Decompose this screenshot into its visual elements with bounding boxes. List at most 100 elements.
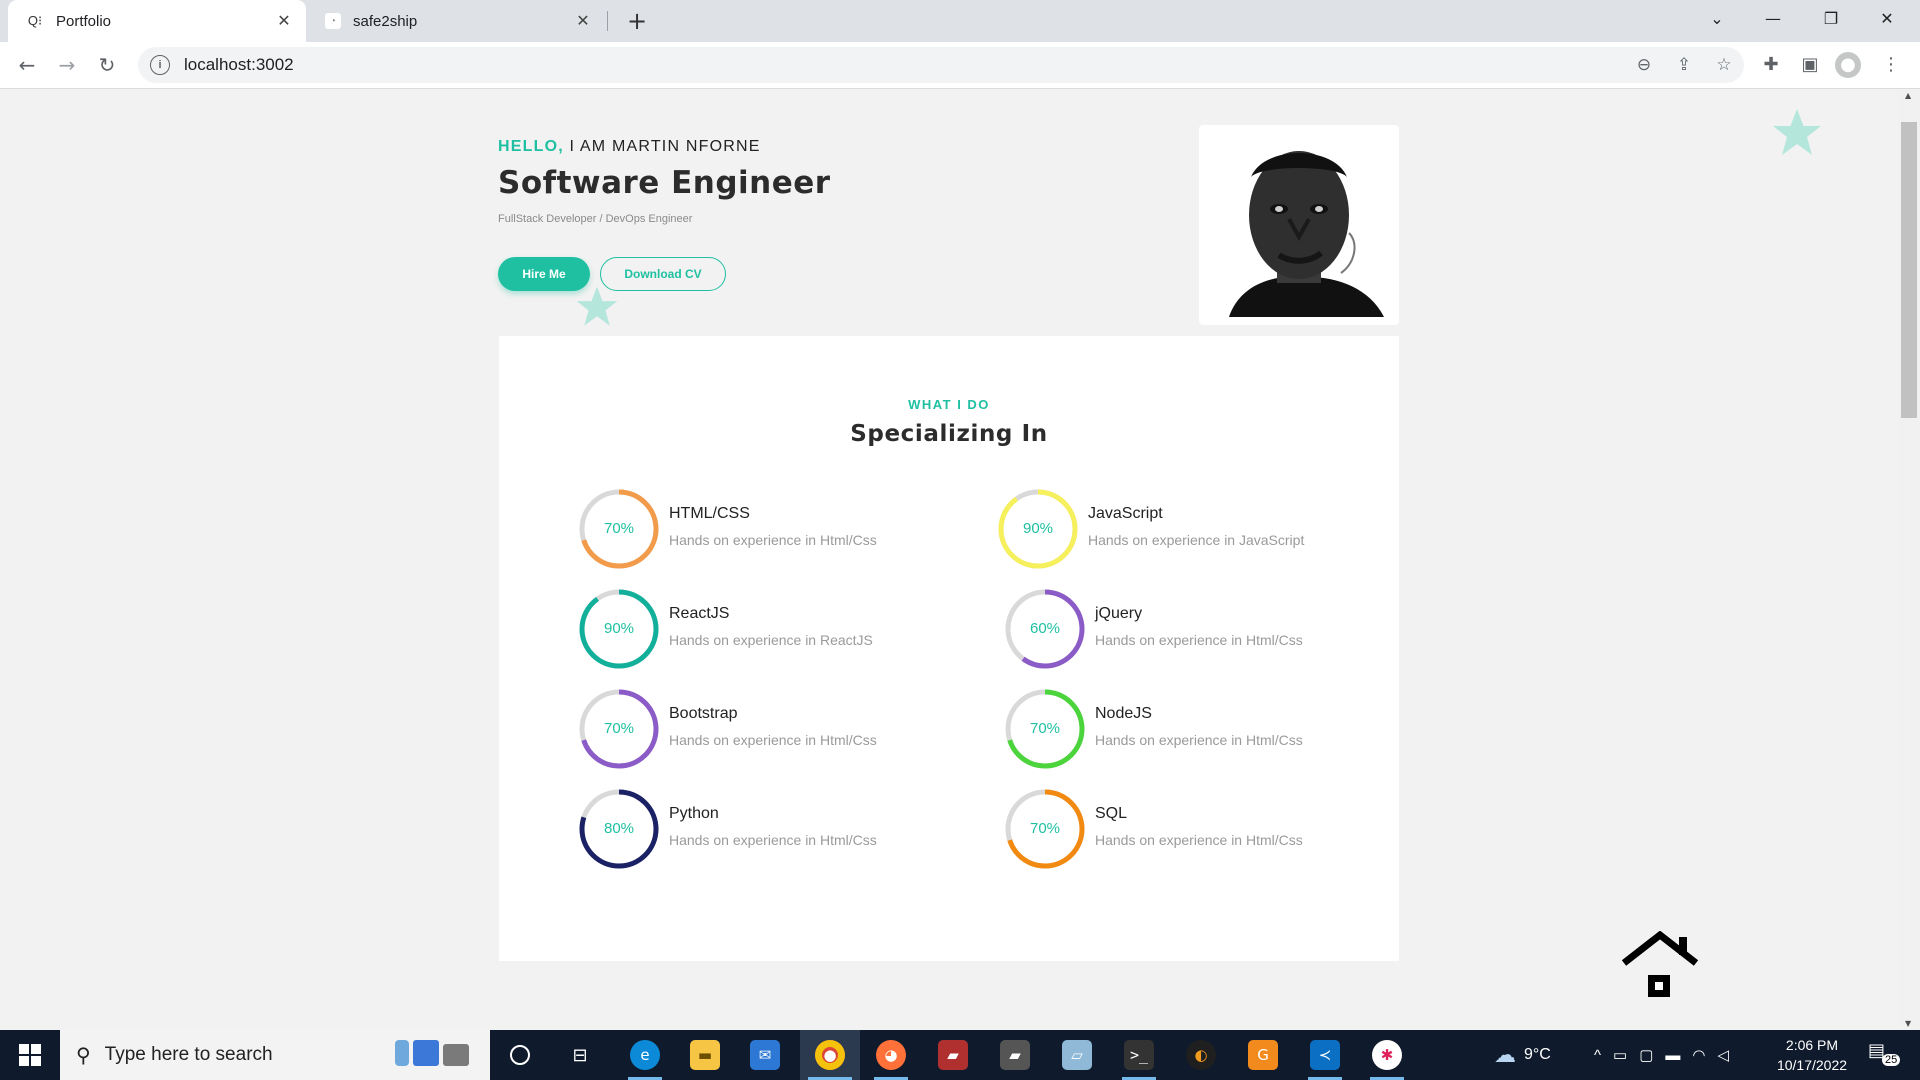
skill-description: Hands on experience in Html/Css xyxy=(669,832,877,848)
taskbar-search-box[interactable]: ⚲ Type here to search xyxy=(60,1030,490,1080)
zoom-out-icon[interactable]: ⊖ xyxy=(1624,55,1664,75)
skill-html-css: 70% HTML/CSS Hands on experience in Html… xyxy=(579,489,959,573)
tab-safe2ship[interactable]: ◔ safe2ship ✕ xyxy=(313,0,605,42)
skill-description: Hands on experience in Html/Css xyxy=(669,532,877,548)
search-placeholder: Type here to search xyxy=(104,1044,273,1065)
skill-progress-ring: 90% xyxy=(998,489,1078,569)
scroll-thumb[interactable] xyxy=(1901,122,1917,418)
file-explorer-icon[interactable]: ▬ xyxy=(680,1030,730,1080)
edge-icon[interactable]: e xyxy=(620,1030,670,1080)
home-icon[interactable] xyxy=(1620,931,1700,1001)
vscode-icon[interactable]: ≺ xyxy=(1300,1030,1350,1080)
minimize-button[interactable]: — xyxy=(1750,0,1796,38)
skill-name: NodeJS xyxy=(1095,705,1152,722)
firefox-icon[interactable]: ◕ xyxy=(866,1030,916,1080)
skill-percent: 70% xyxy=(603,720,635,737)
task-view-icon[interactable]: ⊟ xyxy=(560,1030,600,1080)
star-icon[interactable]: ☆ xyxy=(1704,55,1744,75)
skill-description: Hands on experience in Html/Css xyxy=(669,732,877,748)
pdf-app-icon[interactable]: G xyxy=(1238,1030,1288,1080)
tab-portfolio[interactable]: Q⁝ Portfolio ✕ xyxy=(8,0,306,42)
close-tab-icon[interactable]: ✕ xyxy=(575,11,591,31)
search-icon: ⚲ xyxy=(76,1043,91,1067)
skill-name: JavaScript xyxy=(1088,505,1163,522)
battery-icon[interactable]: ▬ xyxy=(1665,1047,1680,1064)
scroll-down-arrow-icon[interactable]: ▼ xyxy=(1905,1019,1911,1028)
kebab-menu-icon[interactable]: ⋮ xyxy=(1876,50,1906,80)
notes-app-icon[interactable]: ▱ xyxy=(1052,1030,1102,1080)
close-tab-icon[interactable]: ✕ xyxy=(276,11,292,31)
section-eyebrow: WHAT I DO xyxy=(908,397,990,412)
decorative-star-icon xyxy=(576,286,618,326)
truck-app-icon[interactable]: ▰ xyxy=(928,1030,978,1080)
puzzle-icon[interactable]: ✚ xyxy=(1756,50,1786,80)
mail-icon[interactable]: ✉ xyxy=(740,1030,790,1080)
skill-name: HTML/CSS xyxy=(669,505,750,522)
skill-name: ReactJS xyxy=(669,605,730,622)
browser-toolbar: ← → ↻ i localhost:3002 ⊖ ⇪ ☆ ✚ ▣ ● ⋮ xyxy=(0,42,1920,89)
page-viewport: HELLO, I AM MARTIN NFORNE Software Engin… xyxy=(0,89,1898,1030)
wifi-icon[interactable]: ◠ xyxy=(1692,1046,1705,1064)
skill-description: Hands on experience in ReactJS xyxy=(669,632,873,648)
intro-text: I AM MARTIN NFORNE xyxy=(563,138,761,155)
notifications-icon[interactable]: ▤ 25 xyxy=(1868,1040,1901,1070)
chevron-up-icon[interactable]: ^ xyxy=(1594,1047,1601,1064)
reload-icon[interactable]: ↻ xyxy=(92,50,122,80)
skill-description: Hands on experience in Html/Css xyxy=(1095,832,1303,848)
tab-search-icon[interactable]: ⌄ xyxy=(1694,0,1740,38)
skill-percent: 70% xyxy=(1029,720,1061,737)
volume-icon[interactable]: ◁ xyxy=(1718,1046,1730,1064)
page-scrollbar[interactable]: ▲ ▼ xyxy=(1898,89,1920,1030)
cloud-icon: ☁ xyxy=(1494,1042,1516,1067)
skill-progress-ring: 70% xyxy=(1005,689,1085,769)
notification-count: 25 xyxy=(1882,1054,1901,1066)
restore-button[interactable]: ❐ xyxy=(1808,0,1854,38)
share-icon[interactable]: ⇪ xyxy=(1664,55,1704,75)
skill-percent: 90% xyxy=(603,620,635,637)
cortana-icon[interactable] xyxy=(500,1030,540,1080)
weather-widget[interactable]: ☁ 9°C xyxy=(1494,1030,1551,1080)
windows-start-icon[interactable] xyxy=(0,1030,60,1080)
tab-title: safe2ship xyxy=(353,12,418,30)
skill-progress-ring: 70% xyxy=(1005,789,1085,869)
clock-date: 10/17/2022 xyxy=(1776,1057,1848,1073)
url-text[interactable]: localhost:3002 xyxy=(184,55,294,75)
scroll-up-arrow-icon[interactable]: ▲ xyxy=(1905,91,1911,100)
skill-python: 80% Python Hands on experience in Html/C… xyxy=(579,789,959,873)
skill-progress-ring: 90% xyxy=(579,589,659,669)
site-info-icon[interactable]: i xyxy=(150,55,170,75)
close-window-button[interactable]: ✕ xyxy=(1864,0,1910,38)
page-title: Software Engineer xyxy=(498,165,831,201)
skill-name: SQL xyxy=(1095,805,1128,822)
arrow-right-icon[interactable]: → xyxy=(52,50,82,80)
skill-bootstrap: 70% Bootstrap Hands on experience in Htm… xyxy=(579,689,959,773)
skill-percent: 60% xyxy=(1029,620,1061,637)
media-app-icon[interactable]: ◐ xyxy=(1176,1030,1226,1080)
hello-text: HELLO, xyxy=(498,138,564,155)
tab-title: Portfolio xyxy=(56,12,112,30)
skill-percent: 70% xyxy=(603,520,635,537)
profile-photo xyxy=(1209,137,1389,317)
new-tab-button[interactable]: + xyxy=(624,8,650,34)
arrow-left-icon[interactable]: ← xyxy=(12,50,42,80)
meet-now-icon[interactable]: ▭ xyxy=(1613,1046,1627,1064)
clock-time: 2:06 PM xyxy=(1785,1037,1839,1053)
hero-greeting: HELLO, I AM MARTIN NFORNE xyxy=(498,138,761,156)
skill-progress-ring: 70% xyxy=(579,689,659,769)
skill-reactjs: 90% ReactJS Hands on experience in React… xyxy=(579,589,959,673)
truck-simulator-icon[interactable]: ▰ xyxy=(990,1030,1040,1080)
skill-percent: 90% xyxy=(1022,520,1054,537)
side-panel-icon[interactable]: ▣ xyxy=(1795,50,1825,80)
address-bar[interactable]: i localhost:3002 ⊖ ⇪ ☆ xyxy=(138,47,1744,83)
skill-progress-ring: 80% xyxy=(579,789,659,869)
terminal-icon[interactable]: >_ xyxy=(1114,1030,1164,1080)
taskbar-clock[interactable]: 2:06 PM 10/17/2022 xyxy=(1764,1035,1860,1075)
skill-percent: 80% xyxy=(603,820,635,837)
hero-subtitle: FullStack Developer / DevOps Engineer xyxy=(498,213,693,225)
screen-icon[interactable]: ▢ xyxy=(1639,1046,1653,1064)
portfolio-favicon-icon: Q⁝ xyxy=(27,13,43,28)
slack-icon[interactable]: ✱ xyxy=(1362,1030,1412,1080)
chrome-icon[interactable]: ● xyxy=(800,1030,860,1080)
skill-name: jQuery xyxy=(1095,605,1143,622)
profile-icon[interactable]: ● xyxy=(1835,52,1861,78)
